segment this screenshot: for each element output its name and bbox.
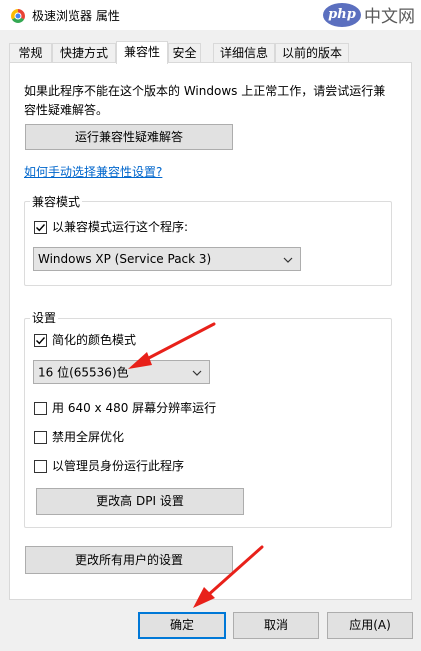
disable-fullscreen-label: 禁用全屏优化 — [52, 430, 125, 444]
run-troubleshooter-button[interactable]: 运行兼容性疑难解答 — [25, 124, 233, 150]
chevron-down-icon — [283, 252, 293, 266]
color-depth-select[interactable]: 16 位(65536)色 — [33, 360, 210, 384]
watermark-text: 中文网 — [364, 7, 415, 27]
run-as-admin-checkbox[interactable] — [34, 460, 47, 473]
change-dpi-button[interactable]: 更改高 DPI 设置 — [36, 488, 244, 515]
tab-previous-versions[interactable]: 以前的版本 — [275, 43, 349, 63]
os-version-select[interactable]: Windows XP (Service Pack 3) — [33, 247, 301, 271]
watermark-logo: php — [323, 2, 361, 27]
tab-shortcut[interactable]: 快捷方式 — [52, 43, 116, 63]
compat-mode-group — [24, 201, 392, 286]
compat-mode-group-label: 兼容模式 — [30, 195, 83, 209]
browser-app-icon — [10, 8, 26, 24]
apply-button[interactable]: 应用(A) — [327, 612, 413, 639]
run-as-admin-label: 以管理员身份运行此程序 — [52, 459, 185, 473]
disable-fullscreen-checkbox[interactable] — [34, 431, 47, 444]
change-all-users-button[interactable]: 更改所有用户的设置 — [25, 546, 233, 574]
chevron-down-icon — [192, 365, 202, 379]
watermark: php 中文网 — [323, 2, 415, 27]
compat-mode-checkbox[interactable] — [34, 221, 47, 234]
tab-details[interactable]: 详细信息 — [213, 43, 275, 63]
compat-description: 如果此程序不能在这个版本的 Windows 上正常工作，请尝试运行兼容性疑难解答… — [24, 84, 386, 117]
manual-settings-link[interactable]: 如何手动选择兼容性设置? — [24, 163, 162, 180]
reduced-color-checkbox[interactable] — [34, 334, 47, 347]
tab-strip: 常规 快捷方式 兼容性 安全 详细信息 以前的版本 — [0, 41, 421, 64]
res-640-checkbox[interactable] — [34, 402, 47, 415]
ok-button[interactable]: 确定 — [138, 612, 226, 639]
tab-security[interactable]: 安全 — [168, 43, 201, 63]
res-640-label: 用 640 x 480 屏幕分辨率运行 — [52, 401, 217, 415]
tab-general[interactable]: 常规 — [9, 43, 52, 63]
cancel-button[interactable]: 取消 — [233, 612, 319, 639]
tab-compatibility[interactable]: 兼容性 — [116, 41, 168, 64]
window-title: 极速浏览器 属性 — [32, 9, 120, 23]
reduced-color-label: 简化的颜色模式 — [52, 333, 137, 347]
compat-mode-label: 以兼容模式运行这个程序: — [52, 220, 189, 234]
os-version-value: Windows XP (Service Pack 3) — [38, 252, 212, 266]
title-bar: 极速浏览器 属性 php 中文网 — [0, 0, 421, 31]
color-depth-value: 16 位(65536)色 — [38, 365, 129, 380]
settings-group-label: 设置 — [30, 311, 59, 325]
